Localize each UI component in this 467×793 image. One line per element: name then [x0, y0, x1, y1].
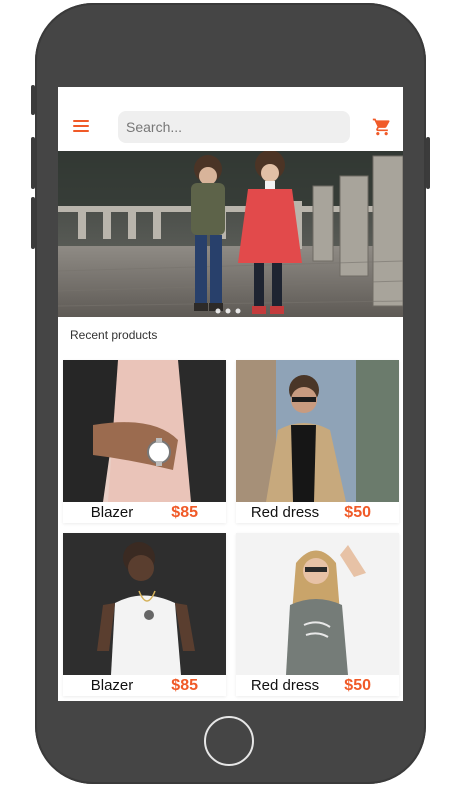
product-card[interactable]: Blazer $85: [63, 360, 226, 523]
product-image: [63, 360, 226, 502]
product-card[interactable]: Red dress $50: [236, 360, 399, 523]
product-name: Red dress: [250, 504, 320, 521]
product-name: Blazer: [90, 504, 134, 521]
product-image: [63, 533, 226, 675]
side-button-volume-down: [31, 197, 35, 249]
product-image: [236, 533, 399, 675]
product-image: [236, 360, 399, 502]
hero-photo: [58, 151, 403, 317]
side-button-mute: [31, 85, 35, 115]
product-price: $85: [171, 504, 198, 521]
side-button-volume-up: [31, 137, 35, 189]
product-name: Blazer: [90, 677, 134, 694]
product-card[interactable]: Blazer $85: [63, 533, 226, 696]
product-price: $85: [171, 677, 198, 694]
product-price: $50: [344, 677, 371, 694]
app-screen: Recent products Blazer $85: [58, 87, 403, 701]
side-button-power: [426, 137, 430, 189]
product-price: $50: [344, 504, 371, 521]
app-bar: [58, 87, 403, 151]
search-input[interactable]: [118, 111, 350, 143]
recent-products-title: Recent products: [70, 328, 158, 342]
shopping-cart-icon[interactable]: [372, 117, 392, 137]
home-button[interactable]: [204, 716, 254, 766]
product-card[interactable]: Red dress $50: [236, 533, 399, 696]
hamburger-menu-icon[interactable]: [73, 120, 91, 134]
hero-banner[interactable]: [58, 151, 403, 317]
product-name: Red dress: [250, 677, 320, 694]
